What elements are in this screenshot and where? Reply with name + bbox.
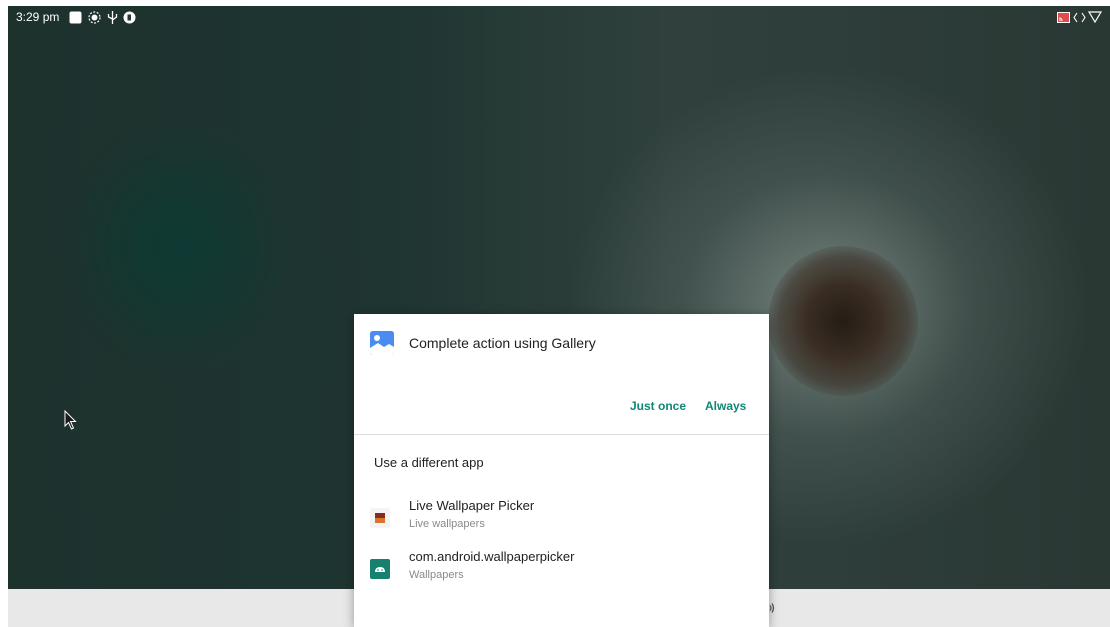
usb-icon xyxy=(105,10,119,24)
mouse-cursor-icon xyxy=(64,409,78,435)
always-button[interactable]: Always xyxy=(705,399,746,413)
screen-record-icon xyxy=(87,10,101,24)
dialog-title: Complete action using Gallery xyxy=(409,335,596,351)
just-once-button[interactable]: Just once xyxy=(630,399,686,413)
app-option-live-wallpaper-picker[interactable]: Live Wallpaper Picker Live wallpapers xyxy=(354,498,769,538)
dialog-header: Complete action using Gallery xyxy=(370,330,596,356)
live-wallpaper-icon xyxy=(370,508,390,528)
app-name: Live Wallpaper Picker xyxy=(409,498,535,513)
app-name: com.android.wallpaperpicker xyxy=(409,549,575,564)
wifi-icon xyxy=(1088,10,1102,24)
resolver-dialog: Complete action using Gallery Just once … xyxy=(354,314,769,627)
app-subtitle: Wallpapers xyxy=(409,569,464,581)
status-time: 3:29 pm xyxy=(16,10,60,24)
cast-icon xyxy=(1056,10,1070,24)
gallery-app-icon xyxy=(370,331,394,355)
notification-square-icon xyxy=(68,10,82,24)
android-app-icon xyxy=(370,559,390,579)
data-arrows-icon xyxy=(1072,10,1086,24)
app-option-wallpaperpicker[interactable]: com.android.wallpaperpicker Wallpapers xyxy=(354,549,769,589)
status-bar: 3:29 pm xyxy=(8,6,1110,28)
dialog-divider xyxy=(354,434,769,435)
app-subtitle: Live wallpapers xyxy=(409,518,485,530)
dandelion-flower xyxy=(768,246,918,396)
android-screen: 3:29 pm Complete action using Gallery Ju… xyxy=(0,0,1110,627)
app-notification-icon xyxy=(122,10,136,24)
use-different-app-label: Use a different app xyxy=(374,455,484,470)
